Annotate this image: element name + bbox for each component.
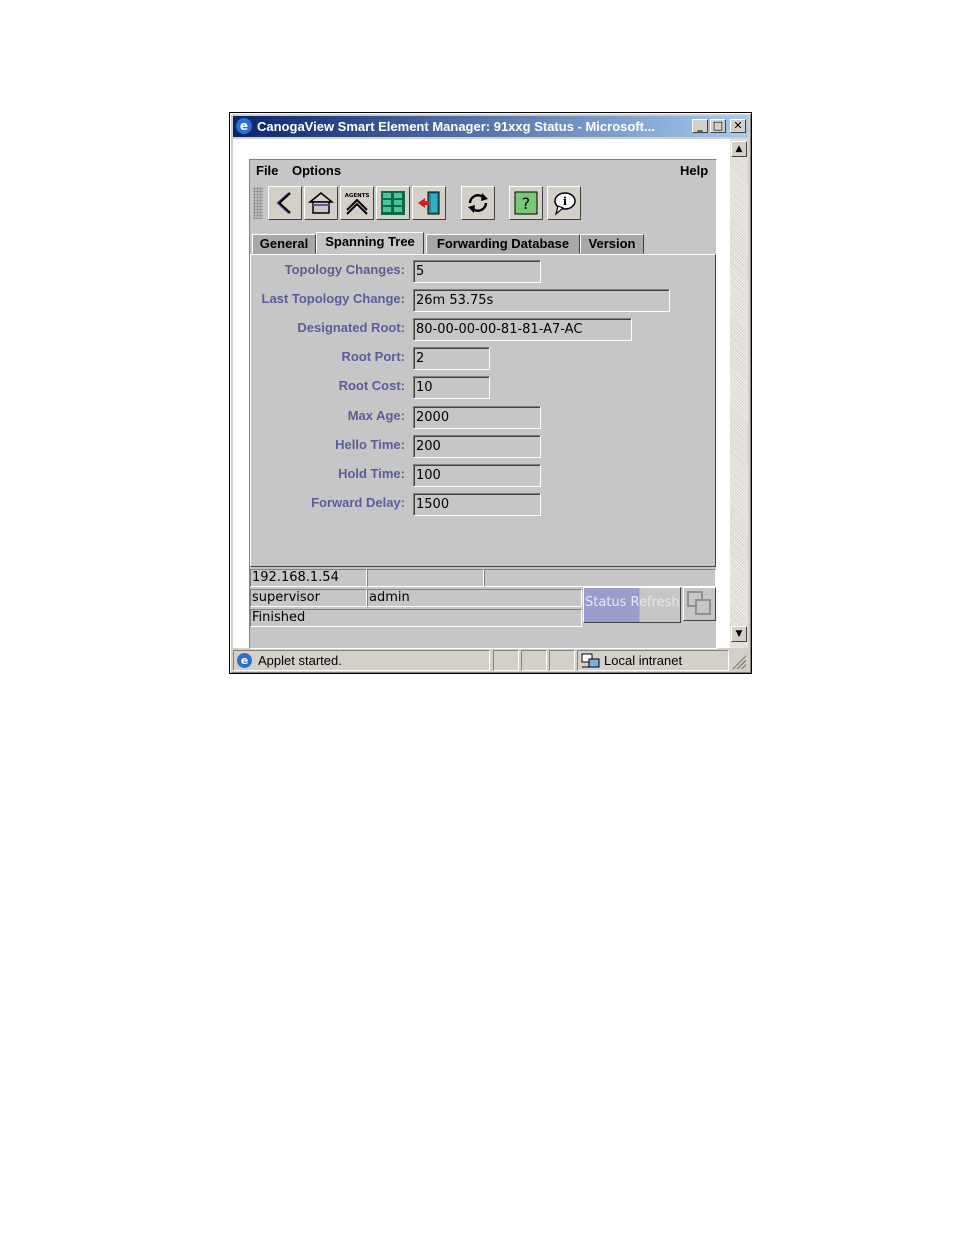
hold-time-label: Hold Time: [338,466,405,481]
hold-time-field[interactable]: 100 [413,464,541,487]
vertical-scrollbar[interactable]: ▲ ▼ [730,139,748,648]
home-button[interactable] [304,186,338,220]
help-button[interactable]: ? [509,186,543,220]
agents-label: AGENTS [345,193,370,199]
close-button[interactable]: ✕ [730,119,746,133]
page-icon: e [237,653,252,668]
svg-text:i: i [563,195,567,208]
root-port-label: Root Port: [341,349,405,364]
status-pane-3 [549,650,575,671]
agents-icon: AGENTS [345,193,370,215]
status-pane-2 [521,650,547,671]
last-topology-change-label: Last Topology Change: [261,291,405,306]
status-pane-1 [493,650,519,671]
back-button[interactable] [268,186,302,220]
designated-root-field[interactable]: 80-00-00-00-81-81-A7-AC [413,318,632,341]
resize-grip[interactable] [732,655,746,669]
browser-status-bar: e Applet started. Local intranet [233,650,748,671]
grid-icon [381,191,405,215]
hello-time-field[interactable]: 200 [413,435,541,458]
scroll-down-button[interactable]: ▼ [731,626,747,642]
tab-spanning-tree[interactable]: Spanning Tree [316,232,424,255]
back-icon [276,192,291,214]
zone-cell: Local intranet [577,650,729,671]
title-bar[interactable]: e CanogaView Smart Element Manager: 91xx… [233,116,748,137]
browser-window: e CanogaView Smart Element Manager: 91xx… [229,112,752,674]
internet-explorer-icon: e [236,118,252,134]
tab-version[interactable]: Version [580,234,644,254]
toolbar: AGENTS ? i [250,184,716,224]
root-port-field[interactable]: 2 [413,347,490,370]
user-cell: admin [367,589,582,607]
page-content: File Options Help AGENTS ? i General Spa… [233,139,730,649]
menu-bar: File Options Help [250,160,716,182]
status-tool-button[interactable] [683,587,716,621]
status-area: 192.168.1.54 supervisor admin Finished S… [250,569,716,649]
tab-general[interactable]: General [252,234,316,254]
local-intranet-icon [581,653,600,668]
window-title: CanogaView Smart Element Manager: 91xxg … [257,119,655,134]
copy-window-icon [687,591,711,615]
spanning-tree-panel: Topology Changes: 5 Last Topology Change… [250,254,716,567]
svg-text:?: ? [522,194,531,213]
tab-forwarding-database[interactable]: Forwarding Database [426,234,580,254]
applet-status-text: Applet started. [258,653,342,668]
root-cost-field[interactable]: 10 [413,376,490,399]
toolbar-grip[interactable] [253,187,263,219]
role-cell: supervisor [250,589,367,607]
refresh-button[interactable] [461,186,495,220]
last-topology-change-field[interactable]: 26m 53.75s [413,289,670,312]
status-cell-3 [484,569,716,587]
forward-delay-field[interactable]: 1500 [413,493,541,516]
menu-help[interactable]: Help [680,163,708,179]
home-icon [308,192,334,214]
max-age-field[interactable]: 2000 [413,406,541,429]
info-balloon-icon: i [554,192,576,216]
tab-strip: General Spanning Tree Forwarding Databas… [250,232,716,255]
message-cell: Finished [250,609,582,627]
applet-status-cell: e Applet started. [233,650,490,671]
max-age-label: Max Age: [347,408,405,423]
minimize-button[interactable]: _ [692,119,708,133]
status-refresh-button[interactable]: Status Refresh [583,587,681,623]
scroll-up-button[interactable]: ▲ [731,141,747,157]
topology-changes-field[interactable]: 5 [413,260,541,283]
up-arrow-icon: ▲ [735,144,743,154]
applet-frame: File Options Help AGENTS ? i General Spa… [249,159,717,649]
exit-door-icon [418,191,440,215]
menu-file[interactable]: File [256,163,278,179]
info-button[interactable]: i [547,186,581,220]
topology-changes-label: Topology Changes: [284,262,405,277]
refresh-icon [468,193,488,213]
root-cost-label: Root Cost: [338,378,405,393]
zone-text: Local intranet [604,653,683,668]
forward-delay-label: Forward Delay: [311,495,405,510]
designated-root-label: Designated Root: [297,320,405,335]
agents-button[interactable]: AGENTS [340,186,374,220]
exit-button[interactable] [412,186,446,220]
help-icon: ? [514,191,538,215]
maximize-button[interactable]: □ [710,119,726,133]
menu-options[interactable]: Options [292,163,341,179]
hello-time-label: Hello Time: [335,437,405,452]
grid-button[interactable] [376,186,410,220]
down-arrow-icon: ▼ [735,629,743,639]
status-cell-2 [367,569,484,587]
ip-address-cell: 192.168.1.54 [250,569,367,587]
